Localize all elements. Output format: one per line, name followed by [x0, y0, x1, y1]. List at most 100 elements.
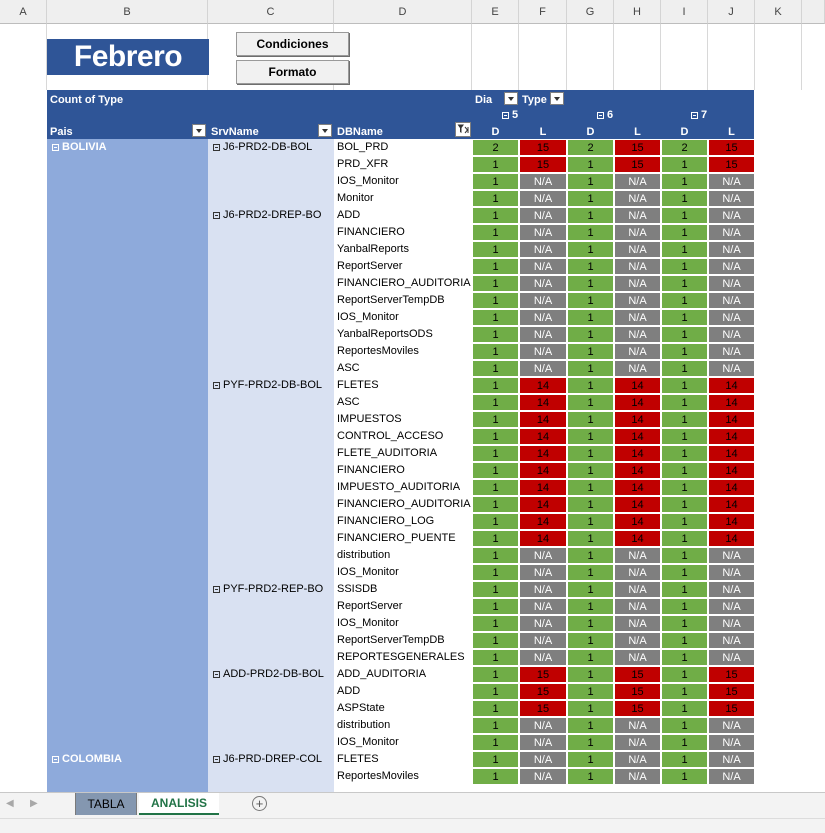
value-cell[interactable]: N/A: [709, 276, 754, 291]
value-cell[interactable]: 1: [473, 497, 518, 512]
value-cell[interactable]: N/A: [709, 599, 754, 614]
value-cell[interactable]: N/A: [520, 327, 566, 342]
db-name-cell[interactable]: distribution: [337, 719, 390, 731]
db-name-cell[interactable]: ReportServerTempDB: [337, 634, 445, 646]
value-cell[interactable]: 15: [520, 684, 566, 699]
value-cell[interactable]: 1: [662, 395, 707, 410]
dbname-filter-dropdown[interactable]: [455, 122, 471, 137]
collapse-icon[interactable]: [52, 755, 59, 763]
value-cell[interactable]: N/A: [615, 616, 660, 631]
value-cell[interactable]: 15: [709, 701, 754, 716]
country-label[interactable]: COLOMBIA: [52, 753, 122, 765]
value-cell[interactable]: N/A: [520, 310, 566, 325]
value-cell[interactable]: 1: [473, 582, 518, 597]
column-header-c[interactable]: C: [208, 0, 334, 24]
value-cell[interactable]: 1: [568, 395, 613, 410]
value-cell[interactable]: N/A: [520, 548, 566, 563]
value-cell[interactable]: 1: [473, 480, 518, 495]
value-cell[interactable]: N/A: [615, 599, 660, 614]
value-cell[interactable]: 1: [473, 531, 518, 546]
formato-button[interactable]: Formato: [236, 60, 349, 84]
value-cell[interactable]: 14: [520, 395, 566, 410]
value-cell[interactable]: 15: [615, 140, 660, 155]
db-name-cell[interactable]: FLETES: [337, 379, 379, 391]
value-cell[interactable]: 1: [568, 531, 613, 546]
value-cell[interactable]: 14: [709, 378, 754, 393]
value-cell[interactable]: 14: [709, 412, 754, 427]
value-cell[interactable]: 1: [473, 769, 518, 784]
collapse-icon[interactable]: [691, 111, 698, 119]
value-cell[interactable]: 14: [615, 463, 660, 478]
db-name-cell[interactable]: ADD_AUDITORIA: [337, 668, 426, 680]
db-name-cell[interactable]: distribution: [337, 549, 390, 561]
value-cell[interactable]: 14: [615, 429, 660, 444]
value-cell[interactable]: 1: [473, 735, 518, 750]
db-name-cell[interactable]: IMPUESTO_AUDITORIA: [337, 481, 460, 493]
value-cell[interactable]: 1: [473, 395, 518, 410]
value-cell[interactable]: 14: [709, 514, 754, 529]
value-cell[interactable]: N/A: [520, 191, 566, 206]
db-name-cell[interactable]: ReportesMoviles: [337, 770, 419, 782]
value-cell[interactable]: 1: [473, 242, 518, 257]
value-cell[interactable]: N/A: [520, 225, 566, 240]
value-cell[interactable]: 1: [473, 276, 518, 291]
db-name-cell[interactable]: FINANCIERO_LOG: [337, 515, 434, 527]
db-name-cell[interactable]: FINANCIERO_AUDITORIA: [337, 277, 471, 289]
value-cell[interactable]: 15: [615, 667, 660, 682]
value-cell[interactable]: 15: [520, 701, 566, 716]
column-header-d[interactable]: D: [334, 0, 472, 24]
value-cell[interactable]: N/A: [520, 616, 566, 631]
db-name-cell[interactable]: ASC: [337, 362, 360, 374]
value-cell[interactable]: N/A: [709, 225, 754, 240]
value-cell[interactable]: 1: [473, 548, 518, 563]
value-cell[interactable]: 14: [615, 531, 660, 546]
value-cell[interactable]: 14: [615, 378, 660, 393]
srvname-filter-dropdown[interactable]: [318, 124, 332, 137]
column-header-b[interactable]: B: [47, 0, 208, 24]
value-cell[interactable]: 1: [662, 548, 707, 563]
value-cell[interactable]: 15: [709, 667, 754, 682]
db-name-cell[interactable]: ReportesMoviles: [337, 345, 419, 357]
value-cell[interactable]: 1: [473, 208, 518, 223]
value-cell[interactable]: N/A: [615, 242, 660, 257]
value-cell[interactable]: 15: [615, 701, 660, 716]
value-cell[interactable]: 1: [568, 616, 613, 631]
db-name-cell[interactable]: FINANCIERO: [337, 226, 405, 238]
value-cell[interactable]: 14: [615, 497, 660, 512]
value-cell[interactable]: 1: [568, 208, 613, 223]
value-cell[interactable]: 14: [520, 463, 566, 478]
server-label[interactable]: J6-PRD2-DREP-BO: [213, 209, 321, 221]
value-cell[interactable]: N/A: [709, 633, 754, 648]
value-cell[interactable]: N/A: [615, 191, 660, 206]
value-cell[interactable]: 1: [568, 667, 613, 682]
value-cell[interactable]: 1: [473, 565, 518, 580]
value-cell[interactable]: 15: [709, 140, 754, 155]
scroll-left-icon[interactable]: ◀: [6, 798, 14, 809]
value-cell[interactable]: 1: [568, 276, 613, 291]
value-cell[interactable]: 1: [473, 633, 518, 648]
column-header-g[interactable]: G: [567, 0, 614, 24]
value-cell[interactable]: 1: [473, 344, 518, 359]
collapse-icon[interactable]: [597, 111, 604, 119]
db-name-cell[interactable]: IOS_Monitor: [337, 566, 399, 578]
column-header-f[interactable]: F: [519, 0, 567, 24]
column-header-a[interactable]: A: [0, 0, 47, 24]
day-header-6[interactable]: 6: [597, 109, 613, 121]
value-cell[interactable]: N/A: [520, 735, 566, 750]
value-cell[interactable]: 15: [520, 667, 566, 682]
value-cell[interactable]: 1: [662, 310, 707, 325]
value-cell[interactable]: N/A: [520, 599, 566, 614]
value-cell[interactable]: 1: [568, 344, 613, 359]
value-cell[interactable]: 15: [709, 157, 754, 172]
value-cell[interactable]: 1: [662, 463, 707, 478]
value-cell[interactable]: 1: [473, 616, 518, 631]
value-cell[interactable]: 1: [662, 327, 707, 342]
value-cell[interactable]: 1: [568, 701, 613, 716]
value-cell[interactable]: N/A: [520, 565, 566, 580]
db-name-cell[interactable]: Monitor: [337, 192, 374, 204]
value-cell[interactable]: 1: [568, 514, 613, 529]
value-cell[interactable]: N/A: [615, 208, 660, 223]
value-cell[interactable]: 1: [473, 650, 518, 665]
db-name-cell[interactable]: PRD_XFR: [337, 158, 388, 170]
day-header-5[interactable]: 5: [502, 109, 518, 121]
